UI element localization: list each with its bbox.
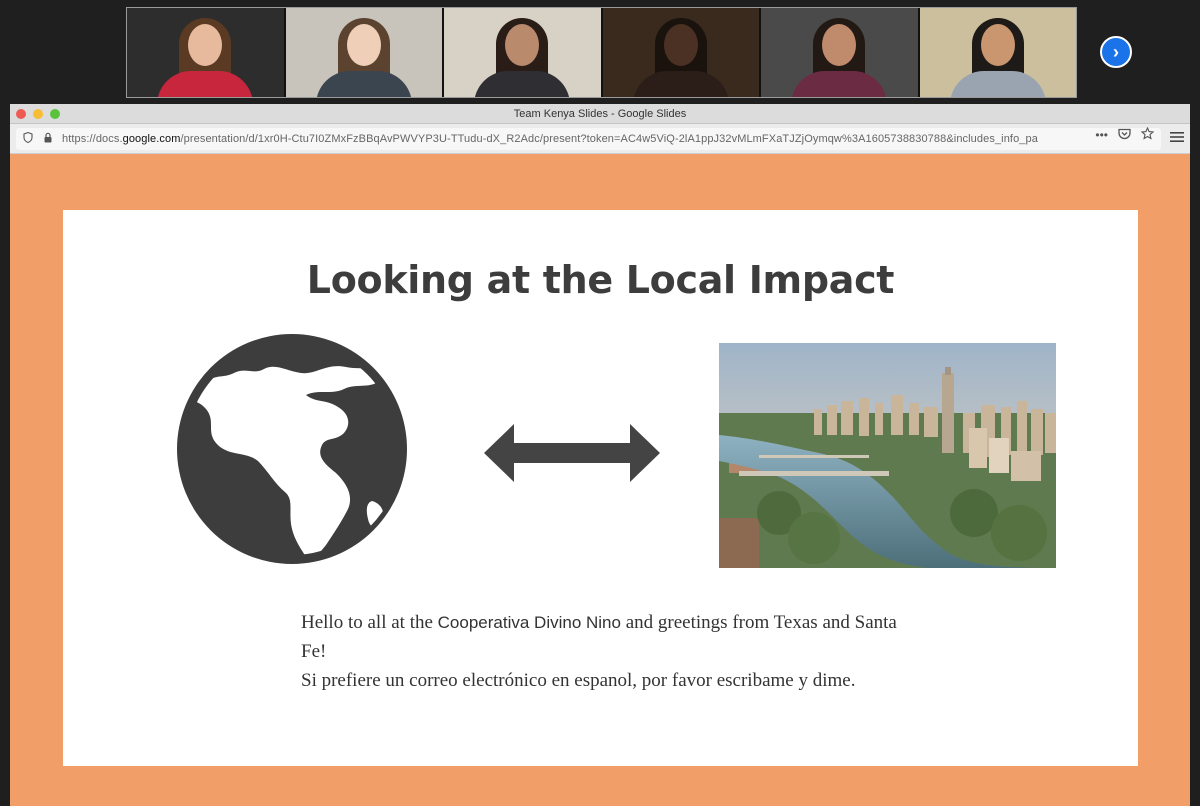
url-bar: https://docs.google.com/presentation/d/1… (10, 124, 1190, 154)
spanish-request-text: Si prefiere un correo electrónico en esp… (301, 670, 856, 691)
participant-body (791, 71, 888, 97)
participant-body (315, 71, 412, 97)
browser-window: Team Kenya Slides - Google Slides https:… (10, 104, 1190, 806)
lock-icon[interactable] (40, 132, 56, 146)
window-title: Team Kenya Slides - Google Slides (513, 108, 687, 120)
slide-body-text: Hello to all at the Cooperativa Divino N… (301, 608, 911, 695)
slide-title: Looking at the Local Impact (306, 258, 895, 302)
video-tile[interactable] (127, 8, 284, 97)
greeting-text-a: Hello to all at the (301, 612, 438, 633)
hamburger-menu-icon[interactable] (1170, 130, 1184, 146)
video-strip: › (0, 0, 1200, 104)
globe-icon (177, 334, 407, 564)
presentation-slide[interactable]: Looking at the Local Impact Hello to all… (63, 210, 1138, 766)
participant-body (632, 71, 729, 97)
participant-tiles (126, 7, 1077, 98)
participant-body (949, 71, 1046, 97)
video-tile[interactable] (285, 8, 442, 97)
next-participants-button[interactable]: › (1100, 36, 1132, 68)
participant-face (663, 24, 698, 66)
shield-icon[interactable] (20, 131, 36, 146)
page-actions-button[interactable]: ••• (1095, 128, 1108, 142)
participant-face (980, 24, 1015, 66)
double-arrow-icon (484, 424, 660, 482)
chevron-right-icon: › (1113, 41, 1119, 62)
participant-face (505, 24, 540, 66)
video-tile[interactable] (919, 8, 1076, 97)
bookmark-star-icon[interactable] (1140, 126, 1155, 143)
participant-face (346, 24, 381, 66)
title-bar: Team Kenya Slides - Google Slides (10, 104, 1190, 124)
maximize-window-button[interactable] (50, 109, 60, 119)
close-window-button[interactable] (16, 109, 26, 119)
address-field[interactable]: https://docs.google.com/presentation/d/1… (16, 128, 1161, 150)
participant-body (157, 71, 254, 97)
pocket-icon[interactable] (1118, 128, 1131, 143)
participant-body (474, 71, 571, 97)
video-tile[interactable] (761, 8, 918, 97)
video-tile[interactable] (602, 8, 759, 97)
minimize-window-button[interactable] (33, 109, 43, 119)
austin-skyline-photo (719, 343, 1056, 568)
video-tile[interactable] (444, 8, 601, 97)
participant-face (822, 24, 857, 66)
cooperative-name: Cooperativa Divino Nino (437, 613, 621, 632)
url-text: https://docs.google.com/presentation/d/1… (62, 133, 1038, 145)
participant-face (188, 24, 223, 66)
